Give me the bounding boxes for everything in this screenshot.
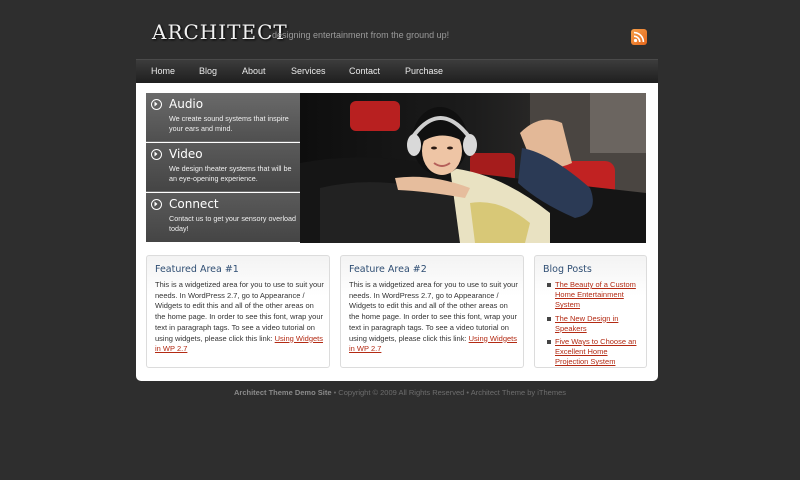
main-nav: Home Blog About Services Contact Purchas… [136, 59, 658, 83]
content-area: Audio We create sound systems that inspi… [136, 83, 658, 381]
feature-tab-title: Audio [169, 97, 204, 111]
site-tagline: designing entertainment from the ground … [272, 30, 450, 40]
feature-tab-audio[interactable]: Audio We create sound systems that inspi… [146, 93, 300, 142]
footer-site-name[interactable]: Architect Theme Demo Site [234, 388, 332, 397]
site-logo[interactable]: ARCHITECT [152, 20, 288, 44]
nav-contact[interactable]: Contact [349, 66, 380, 76]
feature-tab-connect[interactable]: Connect Contact us to get your sensory o… [146, 193, 300, 242]
feature-tab-desc: We design theater systems that will be a… [169, 164, 292, 183]
nav-blog[interactable]: Blog [199, 66, 217, 76]
nav-purchase[interactable]: Purchase [405, 66, 443, 76]
widget-title: Featured Area #1 [155, 264, 239, 275]
feature-tabs: Audio We create sound systems that inspi… [146, 93, 300, 243]
list-item: Five Ways to Choose an Excellent Home Pr… [547, 337, 637, 368]
widget-text: This is a widgetized area for you to use… [349, 280, 519, 355]
feature-slider: Audio We create sound systems that inspi… [146, 93, 646, 243]
feature-tab-title: Connect [169, 197, 219, 211]
feature-tab-title: Video [169, 147, 203, 161]
rss-feed-icon[interactable] [631, 29, 647, 45]
blog-post-link[interactable]: The New Design in Speakers [555, 314, 618, 333]
blog-post-link[interactable]: The Beauty of a Custom Home Entertainmen… [555, 280, 636, 309]
nav-home[interactable]: Home [151, 66, 175, 76]
feature-tab-desc: We create sound systems that inspire you… [169, 114, 289, 133]
circle-arrow-right-icon [151, 149, 162, 160]
blog-posts-widget: Blog Posts The Beauty of a Custom Home E… [534, 255, 647, 368]
site-header: ARCHITECT designing entertainment from t… [137, 18, 657, 58]
list-item: The Beauty of a Custom Home Entertainmen… [547, 280, 637, 311]
blog-post-list: The Beauty of a Custom Home Entertainmen… [547, 280, 637, 371]
circle-arrow-right-icon [151, 99, 162, 110]
site-footer: Architect Theme Demo Site • Copyright © … [0, 388, 800, 397]
feature-tab-desc: Contact us to get your sensory overload … [169, 214, 297, 233]
widget-title: Feature Area #2 [349, 264, 427, 275]
blog-post-link[interactable]: Five Ways to Choose an Excellent Home Pr… [555, 337, 636, 366]
widget-title: Blog Posts [543, 264, 592, 275]
feature-tab-video[interactable]: Video We design theater systems that wil… [146, 143, 300, 192]
nav-services[interactable]: Services [291, 66, 326, 76]
footer-copyright: • Copyright © 2009 All Rights Reserved •… [331, 388, 567, 397]
circle-arrow-right-icon [151, 199, 162, 210]
widget-text: This is a widgetized area for you to use… [155, 280, 325, 355]
feature-photo[interactable] [300, 93, 646, 243]
featured-area-1: Featured Area #1 This is a widgetized ar… [146, 255, 330, 368]
featured-area-2: Feature Area #2 This is a widgetized are… [340, 255, 524, 368]
list-item: The New Design in Speakers [547, 314, 637, 334]
nav-about[interactable]: About [242, 66, 266, 76]
